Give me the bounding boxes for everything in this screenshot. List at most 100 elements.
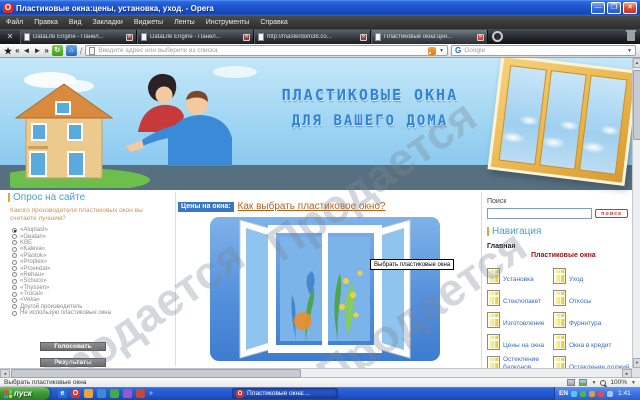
home-button[interactable]: ⌂ — [65, 45, 77, 56]
scroll-up-icon[interactable]: ▲ — [633, 58, 640, 68]
tab-close-icon[interactable]: ✕ — [126, 33, 133, 41]
close-button[interactable]: ✕ — [623, 2, 637, 14]
site-search-input[interactable] — [487, 208, 592, 219]
tab-1[interactable]: DataLife Engine - Панел... ✕ — [20, 30, 137, 44]
start-button[interactable]: пуск — [0, 387, 50, 400]
radio-icon[interactable] — [12, 297, 17, 303]
horizontal-scroll-thumb[interactable] — [11, 369, 301, 378]
address-dropdown-icon[interactable]: ▼ — [439, 48, 444, 54]
nav-heading: Навигация — [492, 226, 542, 237]
scroll-right-icon[interactable]: ► — [622, 369, 632, 378]
images-dropdown-icon[interactable]: ▼ — [591, 380, 596, 386]
fast-forward-button[interactable]: » — [44, 45, 48, 57]
radio-icon[interactable] — [12, 278, 17, 284]
menu-bookmarks[interactable]: Закладки — [93, 19, 123, 26]
rss-icon[interactable] — [428, 46, 437, 55]
note-icon[interactable]: / — [80, 46, 83, 56]
nav-item[interactable]: Установка — [487, 262, 553, 284]
radio-icon[interactable] — [12, 272, 17, 278]
zoom-level[interactable]: 100% — [610, 379, 627, 386]
web-search-field[interactable]: G Google ▼ — [451, 45, 636, 56]
vertical-scroll-thumb[interactable] — [633, 70, 640, 140]
radio-icon[interactable] — [12, 259, 17, 265]
nav-item[interactable]: Уход — [553, 262, 631, 284]
poll-option[interactable]: Не использую пластиковые окна — [12, 310, 175, 316]
vote-button[interactable]: Голосовать — [40, 342, 106, 351]
reload-button[interactable]: ↻ — [51, 45, 63, 56]
window-photo[interactable] — [210, 217, 440, 361]
vertical-scrollbar[interactable]: ▲ ▼ — [632, 58, 640, 368]
closed-tabs-trash-icon[interactable] — [626, 30, 636, 41]
menu-widgets[interactable]: Виджеты — [134, 19, 163, 26]
nav-item[interactable]: Остекление балконов — [487, 350, 553, 368]
radio-icon[interactable] — [12, 240, 17, 246]
language-indicator[interactable]: EN — [559, 390, 568, 397]
nav-item[interactable]: Откосы — [553, 284, 631, 306]
nav-item[interactable]: Фурнитура — [553, 306, 631, 328]
horizontal-scrollbar[interactable]: ◄ ► — [0, 368, 632, 378]
nav-home-link[interactable]: Главная — [487, 243, 632, 250]
forward-button[interactable]: ► — [33, 45, 41, 57]
maximize-button[interactable]: ❐ — [607, 2, 621, 14]
rewind-button[interactable]: « — [15, 45, 19, 57]
search-dropdown-icon[interactable]: ▼ — [627, 48, 632, 54]
radio-icon[interactable] — [12, 285, 17, 291]
results-button[interactable]: Результаты — [40, 358, 106, 367]
menu-edit[interactable]: Правка — [34, 19, 58, 26]
radio-icon[interactable] — [12, 234, 17, 240]
radio-icon[interactable] — [12, 227, 17, 233]
ie-icon[interactable]: e — [58, 389, 67, 398]
article-title-link[interactable]: Как выбрать пластиковое окно? — [238, 201, 386, 212]
opera-quick-icon[interactable]: O — [71, 389, 80, 398]
nav-item[interactable]: Цены на окна — [487, 328, 553, 350]
tab-4-active[interactable]: Пластиковые окна:цен... ✕ — [371, 30, 488, 44]
site-search-button[interactable]: поиск — [595, 209, 628, 218]
panels-toggle-icon[interactable]: ✕ — [0, 29, 20, 44]
zoom-dropdown-icon[interactable]: ▼ — [631, 380, 636, 386]
launcher-icon[interactable] — [123, 389, 132, 398]
fit-to-width-icon[interactable] — [567, 379, 576, 386]
tab-close-icon[interactable]: ✕ — [243, 33, 250, 41]
scroll-down-icon[interactable]: ▼ — [633, 358, 640, 368]
scroll-left-icon[interactable]: ◄ — [0, 369, 10, 378]
nav-item[interactable]: Изготовление — [487, 306, 553, 328]
radio-icon[interactable] — [12, 291, 17, 297]
new-tab-button[interactable] — [492, 31, 503, 42]
launcher-icon[interactable] — [84, 389, 93, 398]
tray-icon[interactable] — [598, 390, 605, 397]
quick-launch-more-icon[interactable]: » — [149, 390, 153, 397]
menu-view[interactable]: Вид — [69, 19, 82, 26]
menu-help[interactable]: Справка — [260, 19, 287, 26]
back-button[interactable]: ◄ — [23, 45, 31, 57]
tray-icon[interactable] — [607, 390, 614, 397]
zoom-icon[interactable] — [600, 379, 607, 386]
tray-icon[interactable] — [571, 390, 578, 397]
tray-icon[interactable] — [580, 390, 587, 397]
nav-item[interactable]: Стеклопакет — [487, 284, 553, 306]
radio-icon[interactable] — [12, 266, 17, 272]
radio-icon[interactable] — [12, 253, 17, 259]
tray-icon[interactable] — [589, 390, 596, 397]
taskbar-task-button[interactable]: O Пластиковые окна:... — [232, 388, 338, 399]
tab-3[interactable]: http://masterdom38.co... ✕ — [254, 30, 371, 44]
menu-tools[interactable]: Инструменты — [206, 19, 250, 26]
radio-icon[interactable] — [12, 310, 17, 316]
address-bar[interactable]: Введите адрес или выберите из списка ▼ — [85, 45, 448, 56]
menu-feeds[interactable]: Ленты — [174, 19, 195, 26]
minimize-button[interactable]: — — [591, 2, 605, 14]
launcher-icon[interactable] — [136, 389, 145, 398]
launcher-icon[interactable] — [110, 389, 119, 398]
images-toggle-icon[interactable] — [579, 379, 588, 386]
nav-item[interactable]: Окна в кредит — [553, 328, 631, 350]
bookmarks-icon[interactable]: ★ — [4, 45, 12, 57]
radio-icon[interactable] — [12, 246, 17, 252]
navigation-toolbar: ★ « ◄ ► » ↻ ⌂ / Введите адрес или выбери… — [0, 44, 640, 58]
menu-file[interactable]: Файл — [6, 19, 23, 26]
tab-close-icon[interactable]: ✕ — [360, 33, 367, 41]
nav-item[interactable]: Остекление лоджий — [553, 350, 631, 368]
launcher-icon[interactable] — [97, 389, 106, 398]
tab-close-icon[interactable]: ✕ — [477, 33, 484, 41]
radio-icon[interactable] — [12, 304, 17, 310]
tab-2[interactable]: DataLife Engine - Панел... ✕ — [137, 30, 254, 44]
category-label[interactable]: Цены на окна: — [178, 201, 234, 212]
